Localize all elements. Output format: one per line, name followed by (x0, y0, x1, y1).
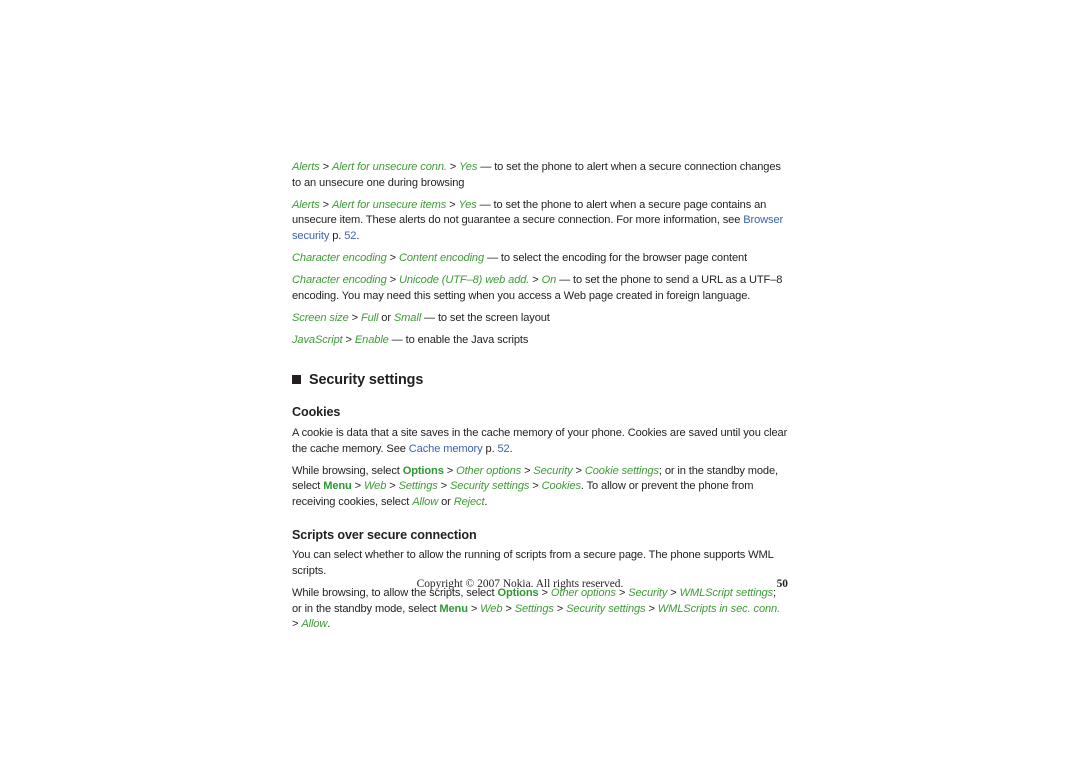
menu-path-token: Security (533, 464, 573, 477)
menu-path-token: Options (402, 464, 444, 477)
menu-path-token: Cookies (541, 480, 581, 493)
menu-path-token: Small (393, 312, 422, 325)
menu-path-token: > (553, 602, 567, 615)
menu-path-token: Menu (439, 602, 468, 615)
section-heading-security-settings: Security settings (292, 371, 788, 389)
menu-path-token: Settings (398, 480, 438, 493)
menu-path-token: > (351, 480, 365, 493)
menu-path-token: Web (480, 602, 503, 615)
menu-path-token: > (446, 161, 460, 173)
menu-path-token: JavaScript (292, 334, 343, 347)
menu-path-token: Security settings (566, 602, 646, 615)
cross-reference-link[interactable]: Cache memory (409, 443, 483, 455)
settings-item-paragraph: Screen size > Full or Small — to set the… (292, 312, 550, 325)
menu-path-token: Security settings (449, 480, 530, 493)
menu-path-token: WMLScripts in sec. conn. (657, 602, 781, 615)
menu-path-token: Enable (354, 334, 389, 347)
page-footer: Copyright © 2007 Nokia. All rights reser… (292, 578, 788, 592)
menu-path-token: > (467, 602, 481, 615)
menu-path-token: Alerts (292, 161, 320, 173)
menu-path-token: Alert for unsecure conn. (331, 161, 447, 173)
menu-path-token: Yes (459, 161, 478, 173)
menu-path-token: > (342, 334, 355, 347)
settings-item-paragraph: JavaScript > Enable — to enable the Java… (292, 334, 529, 347)
settings-item-paragraph: Alerts > Alert for unsecure conn. > Yes … (292, 161, 781, 189)
menu-path-token: > (572, 464, 585, 477)
menu-path-token: Allow (412, 495, 439, 508)
cookies-intro-paragraph: A cookie is data that a site saves in th… (292, 426, 788, 455)
cross-reference-link[interactable]: 52 (498, 443, 510, 455)
scripts-path-paragraph: While browsing, to allow the scripts, se… (292, 587, 781, 631)
section-heading-label: Security settings (309, 371, 424, 388)
menu-path-token: > (529, 480, 542, 493)
menu-path-token: Web (364, 480, 387, 493)
menu-path-token: Content encoding (398, 252, 485, 265)
menu-path-token: > (386, 252, 399, 265)
menu-path-token: Yes (458, 198, 477, 211)
scripts-intro-paragraph: You can select whether to allow the runn… (292, 549, 774, 578)
document-page-body: Alerts > Alert for unsecure conn. > Yes … (292, 160, 788, 633)
menu-path-token: Character encoding (292, 274, 387, 287)
menu-path-token: On (541, 274, 557, 287)
menu-path-token: > (529, 274, 542, 287)
settings-item-paragraph: Alerts > Alert for unsecure items > Yes … (292, 198, 784, 242)
menu-path-token: > (521, 464, 534, 477)
menu-path-token: > (437, 480, 450, 493)
menu-path-token: Cookie settings (584, 464, 659, 477)
menu-path-token: > (386, 274, 399, 287)
menu-path-token: Reject (453, 495, 485, 508)
menu-path-token: Character encoding (292, 252, 387, 265)
filled-square-icon (292, 375, 301, 385)
cross-reference-link[interactable]: Browser security (292, 214, 783, 242)
menu-path-token: Allow (301, 618, 328, 631)
menu-path-token: > (386, 480, 399, 493)
menu-path-token: > (443, 464, 457, 477)
menu-path-token: Unicode (UTF–8) web add. (398, 274, 530, 287)
menu-path-token: Other options (456, 464, 522, 477)
menu-path-token: > (319, 161, 332, 173)
menu-path-token: > (502, 602, 515, 615)
menu-path-token: Full (360, 312, 379, 325)
settings-item-paragraph: Character encoding > Unicode (UTF–8) web… (292, 274, 783, 302)
cookies-path-paragraph: While browsing, select Options > Other o… (292, 464, 778, 508)
menu-path-token: Screen size (292, 312, 349, 325)
page-number: 50 (776, 578, 788, 590)
menu-path-token: Settings (514, 602, 554, 615)
menu-path-token: > (645, 602, 658, 615)
menu-path-token: > (446, 198, 459, 211)
menu-path-token: Alert for unsecure items (331, 198, 447, 211)
settings-bullet-list: Alerts > Alert for unsecure conn. > Yes … (292, 160, 788, 349)
menu-path-token: Menu (323, 480, 352, 493)
copyright-notice: Copyright © 2007 Nokia. All rights reser… (416, 578, 624, 590)
subsection-heading-cookies: Cookies (292, 404, 341, 419)
menu-path-token: Alerts (292, 198, 320, 211)
menu-path-token: > (348, 312, 361, 325)
cross-reference-link[interactable]: 52 (344, 230, 356, 242)
menu-path-token: > (292, 618, 302, 631)
subsection-heading-scripts-over-secure-connection: Scripts over secure connection (292, 528, 477, 543)
settings-item-paragraph: Character encoding > Content encoding — … (292, 252, 748, 265)
menu-path-token: > (319, 198, 332, 211)
